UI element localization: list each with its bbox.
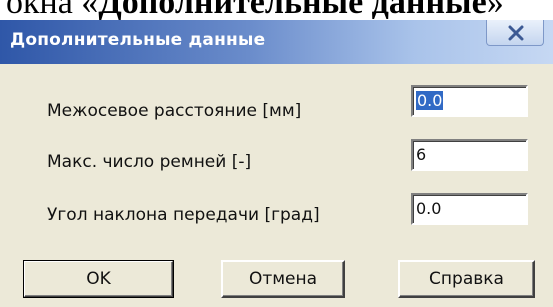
- dialog-window: Дополнительные данные Межосевое расстоян…: [0, 20, 553, 307]
- caption-text: окна «Дополнительные данные»: [6, 0, 504, 21]
- title-bar[interactable]: Дополнительные данные: [0, 20, 553, 64]
- ok-button[interactable]: OK: [23, 260, 174, 298]
- distance-value: 0.0: [416, 91, 444, 110]
- max-belts-input[interactable]: 6: [411, 139, 528, 171]
- max-belts-label: Макс. число ремней [-]: [47, 152, 252, 172]
- angle-label: Угол наклона передачи [град]: [47, 205, 320, 225]
- close-icon: [508, 25, 524, 41]
- distance-label: Межосевое расстояние [мм]: [47, 101, 302, 121]
- cancel-button[interactable]: Отмена: [221, 260, 345, 298]
- angle-input[interactable]: 0.0: [411, 193, 528, 225]
- distance-input[interactable]: 0.0: [411, 85, 528, 117]
- close-button[interactable]: [486, 20, 544, 46]
- max-belts-value: 6: [416, 145, 427, 164]
- caption-strip: окна «Дополнительные данные»: [0, 0, 553, 22]
- window-title: Дополнительные данные: [10, 30, 266, 50]
- angle-value: 0.0: [416, 199, 442, 218]
- help-button[interactable]: Справка: [398, 260, 535, 298]
